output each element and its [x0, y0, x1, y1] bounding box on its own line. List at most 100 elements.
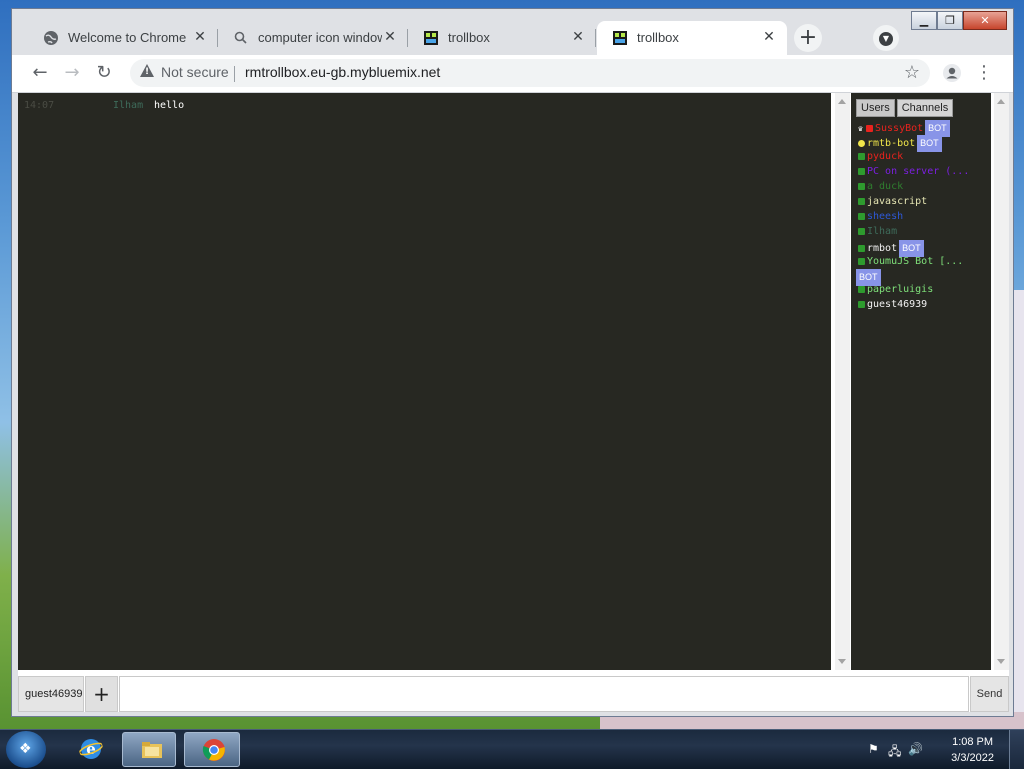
tab-users[interactable]: Users	[856, 99, 895, 117]
tab-trollbox-active[interactable]: trollbox ✕	[597, 21, 787, 55]
close-icon: ✕	[980, 14, 990, 27]
divider	[234, 66, 235, 82]
clock-time: 1:08 PM	[952, 736, 994, 748]
tab-title: trollbox	[448, 30, 490, 45]
input-bar: guest46939 + Send	[18, 676, 1009, 712]
user-name: YoumuJS Bot [...	[867, 256, 964, 267]
user-list-item[interactable]: guest46939	[858, 298, 988, 313]
tab-title: computer icon windows	[258, 30, 382, 45]
chrome-icon	[202, 739, 225, 761]
system-tray: ⚑ 🖧 🔊 1:08 PM 3/3/2022	[854, 730, 1024, 769]
user-list-item[interactable]: javascript	[858, 195, 988, 210]
scroll-down-arrow-icon[interactable]	[997, 659, 1005, 664]
message-input[interactable]	[119, 676, 969, 712]
status-dot-icon	[858, 168, 865, 175]
minimize-icon: ▁	[919, 14, 929, 27]
close-tab-icon[interactable]: ✕	[761, 28, 777, 44]
taskbar-file-explorer[interactable]	[122, 732, 176, 767]
user-name: PC on server (...	[867, 166, 970, 177]
status-dot-icon	[858, 258, 865, 265]
user-list-item[interactable]: sheesh	[858, 210, 988, 225]
address-bar[interactable]: ! Not secure rmtrollbox.eu-gb.mybluemix.…	[130, 59, 930, 87]
message-text: hello	[154, 100, 185, 111]
close-tab-icon[interactable]: ✕	[192, 28, 208, 44]
reload-button[interactable]: ↻	[92, 61, 116, 85]
kebab-menu-icon: ⋮	[975, 62, 993, 83]
start-button[interactable]: ❖	[6, 731, 46, 768]
user-list-item[interactable]: ♛ SussyBot BOT	[858, 120, 988, 137]
menu-button[interactable]: ⋮	[972, 61, 996, 85]
status-dot-icon	[858, 286, 865, 293]
user-panel: Users Channels ♛ SussyBot BOT rmtb-bot BOT py…	[851, 93, 991, 670]
forward-arrow-icon: →	[64, 62, 80, 83]
close-window-button[interactable]: ✕	[963, 11, 1007, 30]
minimize-button[interactable]: ▁	[911, 11, 937, 30]
user-list-item[interactable]: PC on server (...	[858, 165, 988, 180]
user-name: rmbot	[867, 243, 898, 254]
search-icon	[234, 31, 247, 44]
user-list-item[interactable]: a duck	[858, 180, 988, 195]
user-name: sheesh	[867, 211, 904, 222]
user-panel-scrollbar[interactable]	[994, 93, 1009, 670]
scroll-up-arrow-icon[interactable]	[997, 99, 1005, 104]
user-list-item[interactable]: rmtb-bot BOT	[858, 135, 988, 152]
trollbox-favicon	[424, 31, 438, 45]
user-list-item[interactable]: YoumuJS Bot [... BOT	[856, 255, 988, 286]
user-name: a duck	[867, 181, 904, 192]
status-dot-icon	[866, 125, 873, 132]
not-secure-label[interactable]: Not secure	[161, 64, 229, 80]
svg-text:e: e	[86, 740, 96, 758]
maximize-button[interactable]: ❐	[937, 11, 963, 30]
warning-icon[interactable]: !	[140, 64, 154, 77]
status-dot-icon	[858, 198, 865, 205]
user-list-item[interactable]: paperluigis	[858, 283, 988, 298]
user-list-item[interactable]: pyduck	[858, 150, 988, 165]
tab-search[interactable]: computer icon windows ✕	[218, 21, 408, 55]
message-author[interactable]: Ilham	[113, 100, 143, 111]
nickname-button[interactable]: guest46939	[18, 676, 84, 712]
new-tab-button[interactable]: +	[794, 24, 822, 52]
chat-scrollbar[interactable]	[835, 93, 850, 670]
user-list-item[interactable]: rmbot BOT	[858, 240, 988, 257]
user-name: javascript	[867, 196, 928, 207]
user-list-item[interactable]: Ilham	[858, 225, 988, 240]
url-text[interactable]: rmtrollbox.eu-gb.mybluemix.net	[245, 64, 440, 80]
status-dot-icon	[858, 245, 865, 252]
tab-channels[interactable]: Channels	[896, 99, 954, 117]
back-arrow-icon: ←	[32, 62, 48, 83]
scroll-up-arrow-icon[interactable]	[838, 99, 846, 104]
tab-welcome[interactable]: Welcome to Chrome ✕	[28, 21, 218, 55]
send-button[interactable]: Send	[970, 676, 1009, 712]
back-button[interactable]: ←	[28, 61, 52, 85]
globe-icon	[44, 31, 58, 45]
user-list: ♛ SussyBot BOT rmtb-bot BOT pyduck PC on serve…	[856, 120, 988, 313]
plus-icon: +	[798, 25, 818, 50]
network-icon[interactable]: 🖧	[888, 742, 901, 763]
internet-explorer-icon: e	[79, 739, 103, 759]
volume-icon[interactable]: 🔊	[908, 742, 923, 756]
scroll-down-arrow-icon[interactable]	[838, 659, 846, 664]
window-controls: ▁ ❐ ✕	[911, 11, 1007, 33]
add-button[interactable]: +	[85, 676, 118, 712]
clock[interactable]: 1:08 PM 3/3/2022	[951, 734, 994, 766]
show-desktop-button[interactable]	[1009, 730, 1024, 769]
profile-button[interactable]	[940, 61, 964, 85]
forward-button[interactable]: →	[60, 61, 84, 85]
taskbar-internet-explorer[interactable]: e	[62, 732, 118, 767]
bookmark-star-icon[interactable]: ☆	[904, 62, 920, 83]
profile-icon	[943, 64, 961, 82]
message-time: 14:07	[24, 100, 55, 111]
taskbar-chrome[interactable]	[184, 732, 240, 767]
taskbar: ❖ e ⚑ 🖧 🔊 1:08 PM 3/3/2022	[0, 729, 1024, 769]
close-tab-icon[interactable]: ✕	[382, 28, 398, 44]
user-name: SussyBot	[875, 123, 924, 134]
tab-trollbox-1[interactable]: trollbox ✕	[408, 21, 596, 55]
close-tab-icon[interactable]: ✕	[570, 28, 586, 44]
status-dot-icon	[858, 153, 865, 160]
chrome-window: Welcome to Chrome ✕ computer icon window…	[11, 8, 1014, 717]
action-center-flag-icon[interactable]: ⚑	[868, 742, 879, 756]
tab-search-button[interactable]: ▼	[873, 25, 899, 51]
chat-log: 14:07 Ilham hello	[18, 93, 831, 670]
chevron-down-icon: ▼	[879, 32, 893, 46]
page-content: 14:07 Ilham hello Users Channels ♛ SussyB…	[18, 93, 1009, 712]
